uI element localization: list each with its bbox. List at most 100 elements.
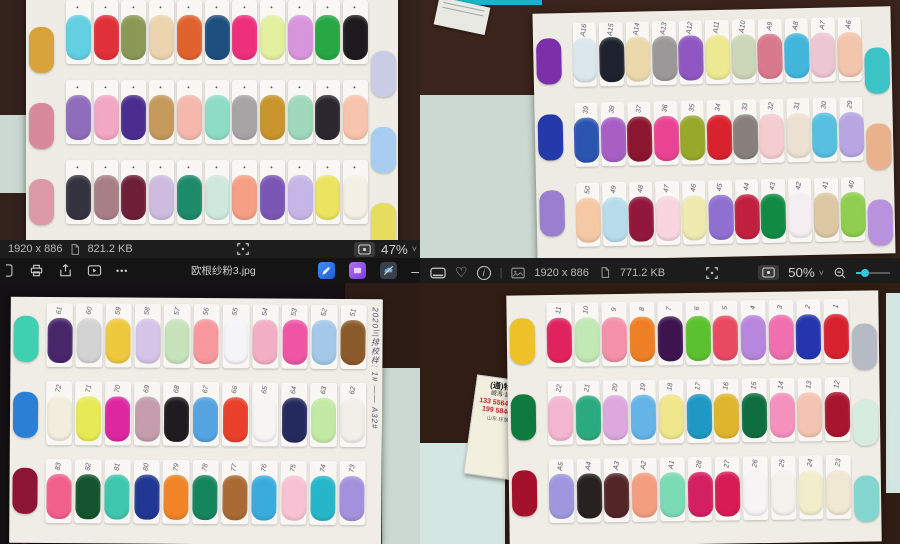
swatch-board[interactable]: A16A15A14A13A12A11A10A9A8A7A6 3938373635… [532,6,895,260]
swatch-cell: 16 [714,378,740,442]
swatch-cell: • [232,0,257,64]
favorite-icon[interactable]: ♡ [455,264,468,281]
swatch-label: 42 [791,181,807,191]
swatch-cell: • [121,160,146,224]
share-icon[interactable] [58,263,73,278]
swatch-label: 50 [580,185,596,195]
swatch-board[interactable]: ••••••••••• ••••••••••• ••••••••••• [26,0,398,242]
print-icon[interactable] [29,263,44,278]
swatch-label: 6 [690,305,705,311]
nail-swatch [177,95,202,140]
nail-swatch [576,197,602,243]
zoom-level: 47% [381,242,408,257]
swatch-label: • [320,165,335,170]
more-icon[interactable]: ••• [116,266,128,276]
swatch-label: A2 [636,460,652,471]
swatch-label: 34 [710,102,726,112]
swatch-cell: A12 [678,20,703,84]
nail-swatch [686,394,712,439]
swatch-label: 54 [257,307,273,317]
nail-swatch [281,476,306,521]
swatch-label: A16 [576,23,593,38]
zoom-slider[interactable] [856,269,890,277]
swatch-cell: • [94,0,119,64]
edge-swatch-column [371,36,396,264]
swatch-label: 58 [140,306,156,316]
swatch-label: 2 [801,304,816,310]
swatch-label: 41 [818,180,834,190]
swatch-cell: • [205,0,230,64]
nail-swatch [536,38,562,85]
nail-swatch [76,396,101,441]
swatch-label: 5 [718,305,733,311]
swatch-row: 6160595857565554535251 [46,303,366,369]
swatch-board[interactable]: 1110987654321 2221201918171615141312 A5A… [506,290,881,544]
swatch-label: • [265,165,280,170]
swatch-label: 17 [691,381,707,391]
swatch-cell: • [232,160,257,224]
nail-swatch [576,473,602,518]
swatch-cell: 61 [46,303,73,367]
swatch-row: 8382818079787776757473 [45,459,365,525]
nail-swatch [315,95,340,140]
nail-swatch [575,395,601,440]
info-icon[interactable]: i [477,266,491,280]
cropped-icon[interactable] [6,263,15,278]
swatch-cell: 74 [310,461,337,525]
swatch-label: A6 [841,19,857,30]
nail-swatch [731,34,757,80]
swatch-label: • [237,5,252,10]
swatch-label: 61 [52,305,68,315]
restyle-icon[interactable] [349,262,366,279]
fit-screen-icon[interactable] [236,242,250,256]
actual-size-button[interactable] [354,242,375,257]
swatch-cell: • [177,160,202,224]
swatch-label: 18 [663,382,679,392]
swatch-row: 2221201918171615141312 [547,377,850,445]
swatch-label: 20 [607,383,623,393]
fit-screen-icon[interactable] [705,266,719,280]
swatch-cell: 7 [657,301,683,365]
nail-swatch [340,398,365,443]
swatch-label: 52 [316,307,332,317]
filmstrip-icon[interactable] [430,266,446,280]
nail-swatch [29,27,54,73]
ai-erase-icon[interactable] [380,262,397,279]
nail-swatch [260,15,285,60]
slideshow-icon[interactable] [87,263,102,278]
swatch-cell: A16 [573,22,598,86]
swatch-cell: • [288,160,313,224]
swatch-label: • [209,5,224,10]
nail-swatch [632,473,658,518]
nail-swatch [12,468,37,514]
edge-swatch-column [864,32,894,260]
zoom-out-icon[interactable] [833,266,847,280]
swatch-label: 29 [843,100,859,110]
swatch-label: • [293,85,308,90]
zoom-slider-handle[interactable] [861,269,869,277]
nail-swatch [742,393,768,438]
swatch-cell: 69 [134,382,161,446]
edit-icon[interactable] [318,262,335,279]
swatch-cell: 82 [75,459,102,523]
swatch-board[interactable]: 2020三排校样: 1# —— A32# 6160595857565554535… [9,297,383,544]
swatch-label: 69 [139,384,155,394]
swatch-cell: 59 [105,303,132,367]
nail-swatch [852,323,878,369]
zoom-level-dropdown[interactable]: 47% ˅ [381,242,417,257]
zoom-out-minus[interactable]: – [411,263,419,279]
swatch-label: 25 [775,458,791,468]
nail-swatch [733,114,759,160]
swatch-cell: 49 [602,182,627,246]
swatch-label: 71 [81,384,97,394]
swatch-cell: • [94,160,119,224]
nail-swatch [761,194,787,240]
swatch-cell: 11 [546,303,572,367]
zoom-level-dropdown[interactable]: 50% ˅ [788,265,824,280]
actual-size-button[interactable] [758,265,779,280]
swatch-label: • [154,165,169,170]
swatch-label: • [293,165,308,170]
image-dimensions: 1920 x 886 [8,243,62,255]
swatch-label: • [320,5,335,10]
swatch-label: • [320,85,335,90]
